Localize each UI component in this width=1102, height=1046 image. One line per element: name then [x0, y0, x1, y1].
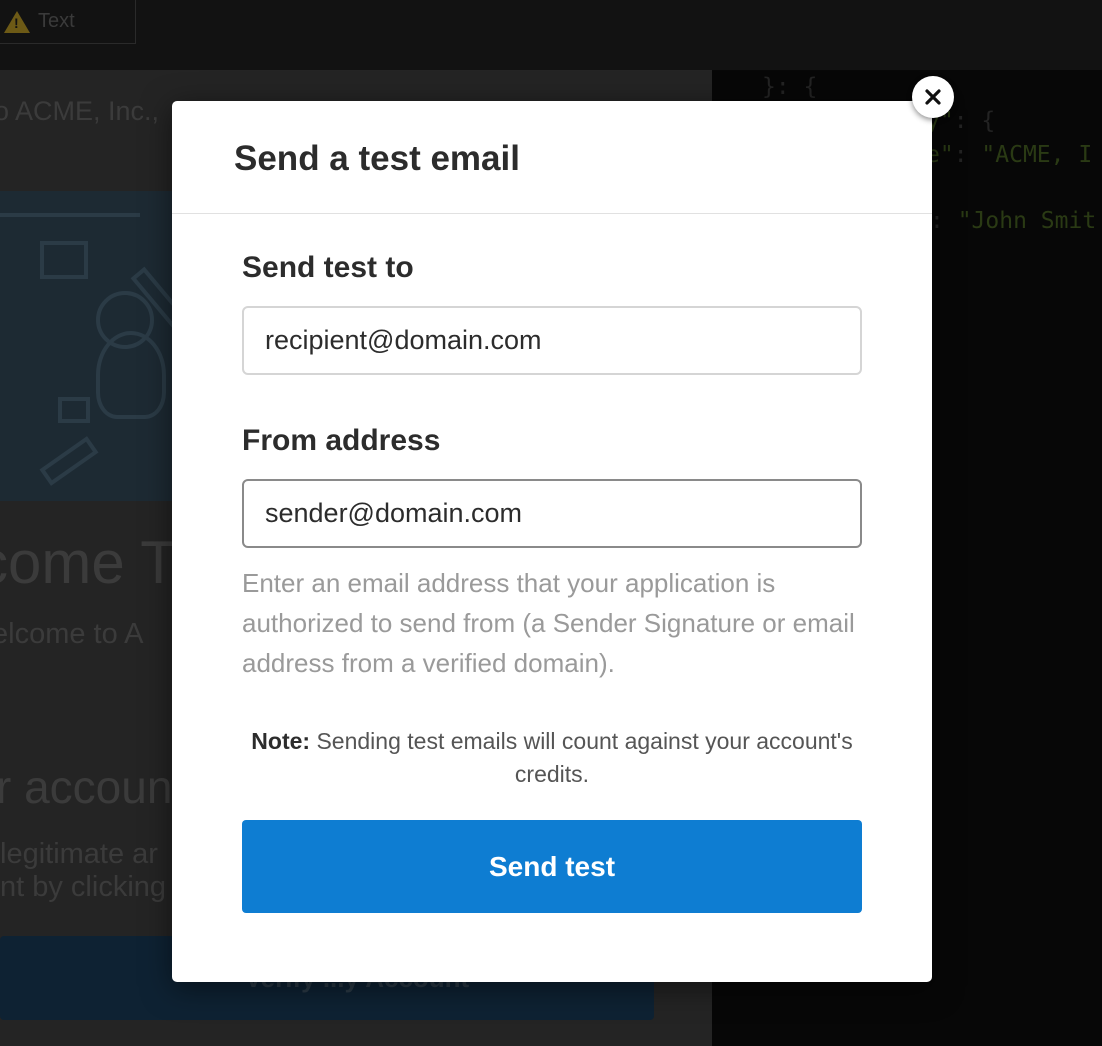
code-punct: : [953, 142, 982, 168]
preview-welcome-heading: come T [0, 529, 177, 596]
top-text-tab-label: Text [38, 10, 75, 32]
send-test-to-label: Send test to [242, 251, 414, 284]
code-value: "ACME, I [981, 142, 1093, 168]
from-address-input[interactable] [242, 479, 862, 548]
preview-greeting: o ACME, Inc., [0, 96, 160, 126]
code-punct: : [930, 208, 958, 234]
top-text-tab[interactable]: Text [0, 0, 136, 44]
from-address-help-text: Enter an email address that your applica… [242, 568, 855, 678]
code-punct: : { [953, 108, 996, 134]
top-bar: Text [0, 0, 1102, 70]
from-address-label: From address [242, 424, 441, 457]
preview-legit-text: legitimate ar nt by clicking [0, 838, 166, 904]
shelf-graphic [0, 191, 140, 217]
close-icon [925, 89, 941, 105]
cart-graphic [40, 241, 88, 279]
lightbulb-graphic [96, 331, 166, 419]
warning-icon [4, 10, 30, 33]
briefcase-graphic [58, 397, 90, 423]
recipient-email-input[interactable] [242, 306, 862, 375]
close-dialog-button[interactable] [912, 76, 954, 118]
code-value: "John Smit [957, 208, 1097, 234]
credits-note: Note: Sending test emails will count aga… [242, 725, 862, 791]
send-test-email-dialog: Send a test email Send test to From addr… [172, 101, 932, 982]
screen: Text o ACME, Inc., come T elcome to A r … [0, 0, 1102, 1046]
preview-account-heading: r accoun [0, 761, 173, 813]
preview-legit-line-1: legitimate ar [0, 838, 158, 870]
dialog-header: Send a test email [172, 101, 932, 214]
code-line-4: : "John Smit [930, 208, 1096, 234]
note-text: Sending test emails will count against y… [310, 728, 853, 787]
preview-legit-line-2: nt by clicking [0, 871, 167, 903]
code-line-1: }: { [762, 74, 818, 100]
send-test-button[interactable]: Send test [242, 820, 862, 913]
note-label: Note: [251, 728, 311, 754]
preview-welcome-text: elcome to A [0, 618, 144, 650]
code-line-3: e": "ACME, I [926, 142, 1092, 168]
dialog-title: Send a test email [234, 139, 520, 178]
stamp-graphic [39, 436, 99, 486]
